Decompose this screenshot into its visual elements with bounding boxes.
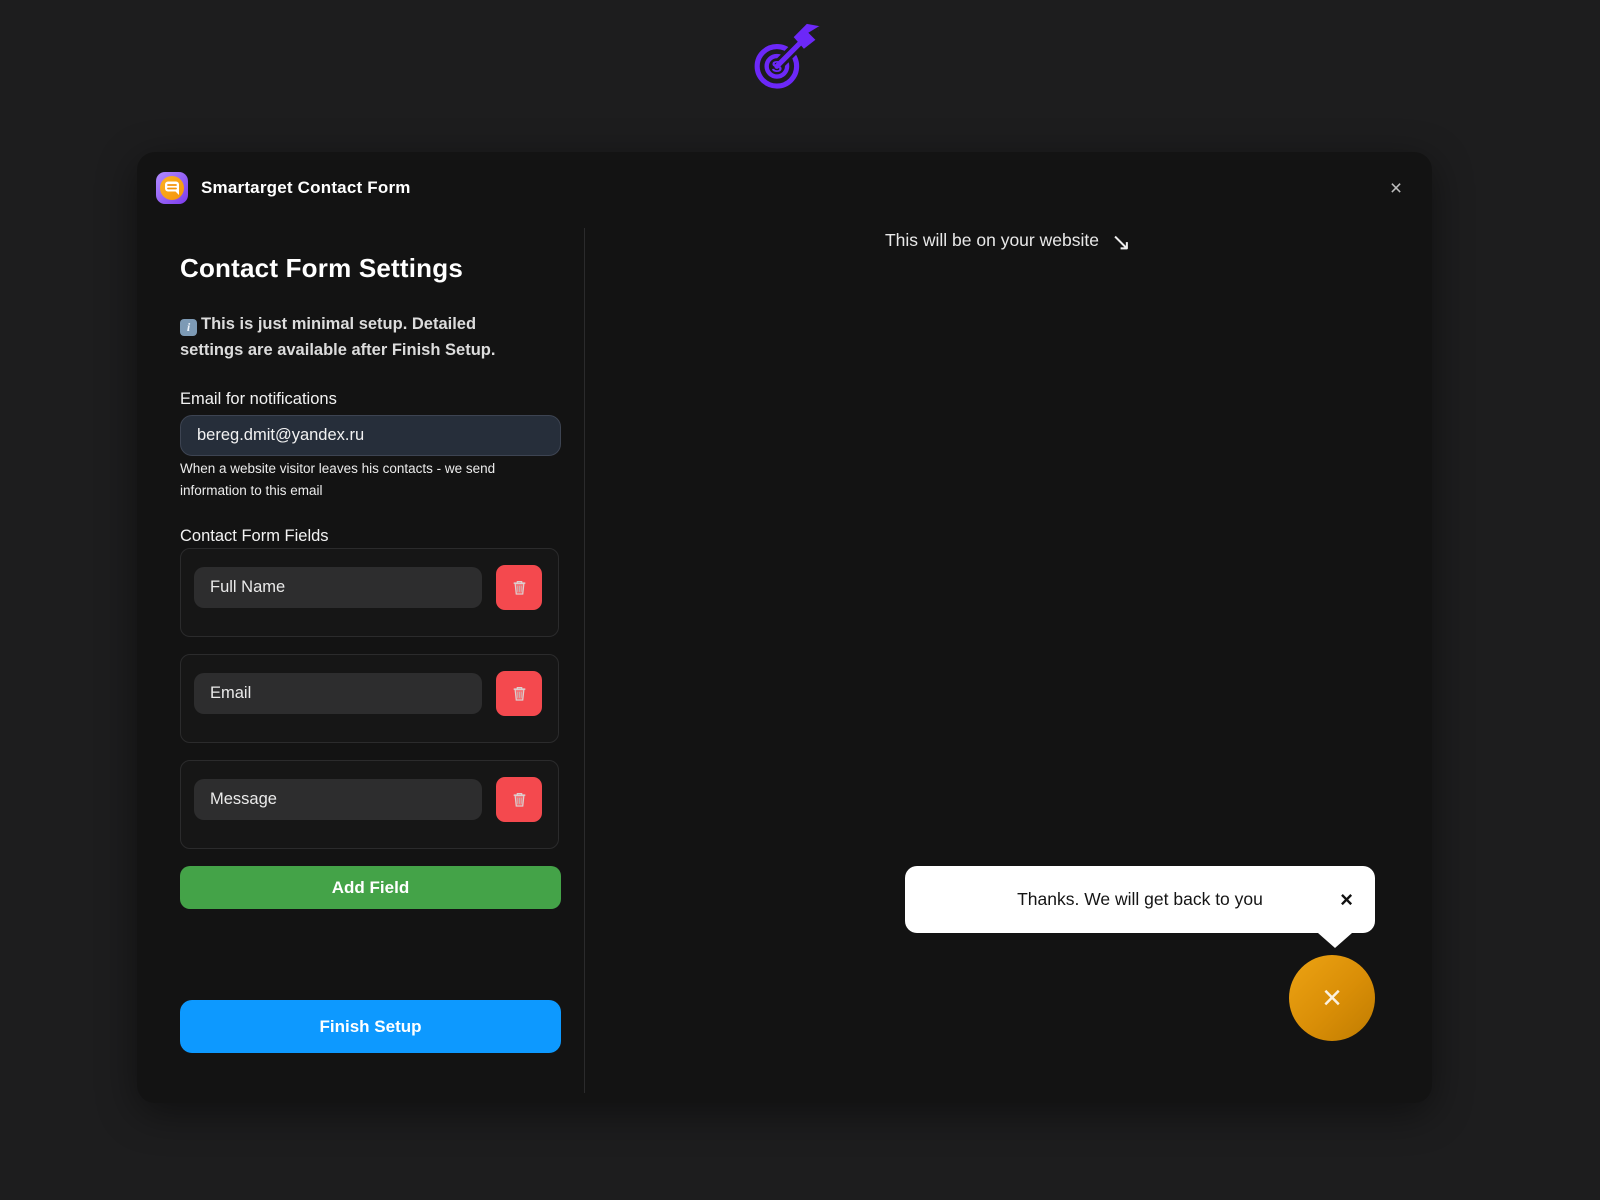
form-field-row xyxy=(180,654,559,743)
panel-divider xyxy=(584,228,585,1093)
toast-close-icon[interactable]: × xyxy=(1340,889,1353,911)
contact-widget-button[interactable]: × xyxy=(1289,955,1375,1041)
thanks-toast: Thanks. We will get back to you × xyxy=(905,866,1375,933)
arrow-down-right-icon: ↘ xyxy=(1111,229,1131,256)
modal-title: Smartarget Contact Form xyxy=(201,178,411,198)
add-field-button[interactable]: Add Field xyxy=(180,866,561,909)
delete-field-button[interactable] xyxy=(496,777,542,822)
modal-close-icon[interactable]: × xyxy=(1380,172,1412,204)
setup-info-note: iThis is just minimal setup. Detailed se… xyxy=(180,311,540,363)
email-notifications-label: Email for notifications xyxy=(180,390,337,409)
svg-text:S: S xyxy=(772,58,783,76)
settings-panel: Contact Form Settings iThis is just mini… xyxy=(137,224,584,1103)
toast-tail xyxy=(1318,933,1352,948)
trash-icon xyxy=(509,789,530,810)
contact-form-setup-modal: Smartarget Contact Form × Contact Form S… xyxy=(137,152,1432,1103)
finish-setup-button[interactable]: Finish Setup xyxy=(180,1000,561,1053)
widget-close-icon: × xyxy=(1322,981,1342,1015)
contact-form-fields-label: Contact Form Fields xyxy=(180,527,329,546)
toast-message: Thanks. We will get back to you xyxy=(1017,889,1263,910)
form-field-row xyxy=(180,548,559,637)
field-name-input[interactable] xyxy=(194,779,482,820)
notification-email-input[interactable] xyxy=(180,415,561,456)
email-help-text: When a website visitor leaves his contac… xyxy=(180,458,561,502)
preview-hint: This will be on your website ↘ xyxy=(584,228,1432,257)
delete-field-button[interactable] xyxy=(496,671,542,716)
settings-heading: Contact Form Settings xyxy=(180,253,463,284)
form-field-row xyxy=(180,760,559,849)
modal-header: Smartarget Contact Form × xyxy=(137,152,1432,224)
preview-hint-text: This will be on your website xyxy=(885,230,1099,250)
trash-icon xyxy=(509,683,530,704)
field-name-input[interactable] xyxy=(194,673,482,714)
smartarget-logo: S xyxy=(744,22,820,96)
chat-bubble-app-icon xyxy=(155,171,189,205)
target-arrow-icon: S xyxy=(744,22,820,96)
info-icon: i xyxy=(180,319,197,336)
field-name-input[interactable] xyxy=(194,567,482,608)
delete-field-button[interactable] xyxy=(496,565,542,610)
trash-icon xyxy=(509,577,530,598)
